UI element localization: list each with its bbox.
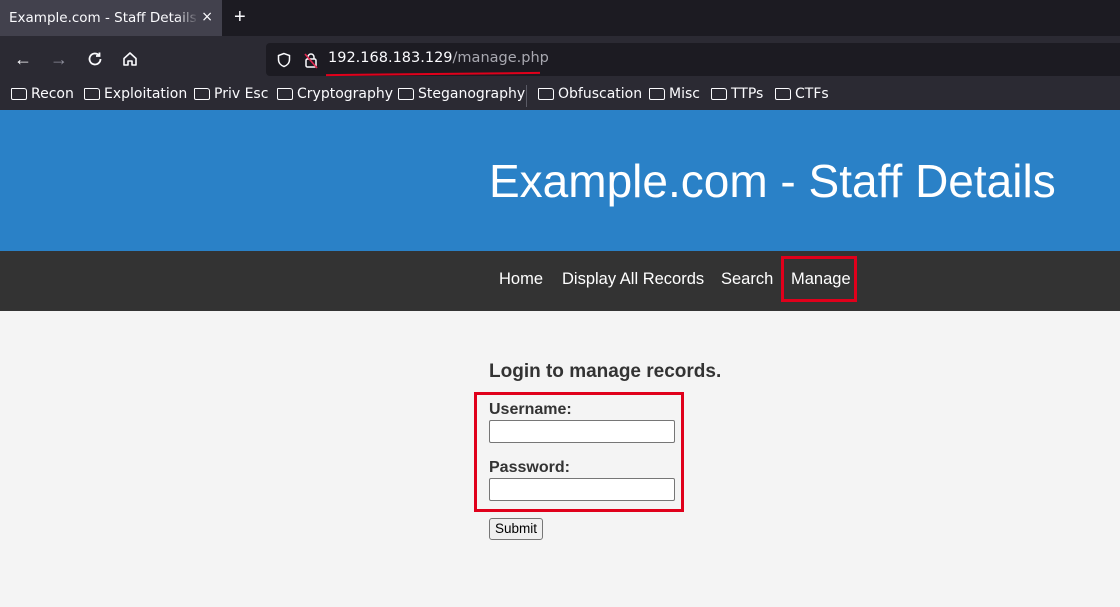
- folder-icon: [538, 88, 554, 100]
- tab-title: Example.com - Staff Details - Mozilla Fi…: [9, 10, 199, 26]
- bookmark-cryptography[interactable]: Cryptography: [277, 86, 393, 102]
- bookmark-separator: [526, 85, 527, 107]
- url-text[interactable]: 192.168.183.129/manage.php: [328, 50, 549, 66]
- bookmark-label: Misc: [669, 86, 700, 102]
- submit-button[interactable]: Submit: [489, 518, 543, 540]
- folder-icon: [775, 88, 791, 100]
- login-heading: Login to manage records.: [489, 361, 722, 382]
- site-nav: [0, 251, 1120, 311]
- insecure-lock-icon[interactable]: [303, 52, 319, 72]
- bookmark-label: Recon: [31, 86, 74, 102]
- bookmark-recon[interactable]: Recon: [11, 86, 74, 102]
- url-host: 192.168.183.129: [328, 50, 453, 66]
- nav-home-link[interactable]: Home: [499, 270, 543, 289]
- bookmark-ctfs[interactable]: CTFs: [775, 86, 829, 102]
- nav-search-link[interactable]: Search: [721, 270, 773, 289]
- tab-bar: Example.com - Staff Details - Mozilla Fi…: [0, 0, 1120, 36]
- bookmark-label: Priv Esc: [214, 86, 269, 102]
- folder-icon: [277, 88, 293, 100]
- reload-icon[interactable]: [84, 48, 106, 70]
- folder-icon: [711, 88, 727, 100]
- bookmark-priv-esc[interactable]: Priv Esc: [194, 86, 268, 102]
- url-icons: [276, 52, 318, 71]
- folder-icon: [398, 88, 414, 100]
- url-path: /manage.php: [452, 50, 549, 66]
- site-title: Example.com - Staff Details: [489, 155, 1056, 207]
- bookmark-misc[interactable]: Misc: [649, 86, 700, 102]
- bookmark-label: Cryptography: [297, 86, 394, 102]
- close-tab-icon[interactable]: ×: [201, 9, 213, 25]
- bookmark-label: Obfuscation: [558, 86, 643, 102]
- annotation-box-manage: [781, 256, 857, 302]
- folder-icon: [194, 88, 210, 100]
- bookmarks-toolbar: Recon Exploitation Priv Esc Cryptography…: [0, 82, 1120, 110]
- back-icon[interactable]: ←: [12, 48, 34, 70]
- new-tab-icon[interactable]: +: [234, 6, 246, 28]
- bookmark-steganography[interactable]: Steganography: [398, 86, 525, 102]
- home-icon[interactable]: [119, 48, 141, 70]
- forward-icon[interactable]: →: [48, 48, 70, 70]
- folder-icon: [649, 88, 665, 100]
- annotation-box-credentials: [474, 392, 684, 512]
- bookmark-exploitation[interactable]: Exploitation: [84, 86, 187, 102]
- shield-icon[interactable]: [276, 52, 292, 71]
- bookmark-label: TTPs: [731, 86, 764, 102]
- bookmark-label: Steganography: [418, 86, 526, 102]
- bookmark-ttps[interactable]: TTPs: [711, 86, 763, 102]
- bookmark-obfuscation[interactable]: Obfuscation: [538, 86, 642, 102]
- folder-icon: [84, 88, 100, 100]
- browser-tab[interactable]: Example.com - Staff Details - Mozilla Fi…: [0, 0, 222, 36]
- bookmark-label: Exploitation: [104, 86, 188, 102]
- nav-display-all-records-link[interactable]: Display All Records: [562, 270, 704, 289]
- folder-icon: [11, 88, 27, 100]
- bookmark-label: CTFs: [795, 86, 829, 102]
